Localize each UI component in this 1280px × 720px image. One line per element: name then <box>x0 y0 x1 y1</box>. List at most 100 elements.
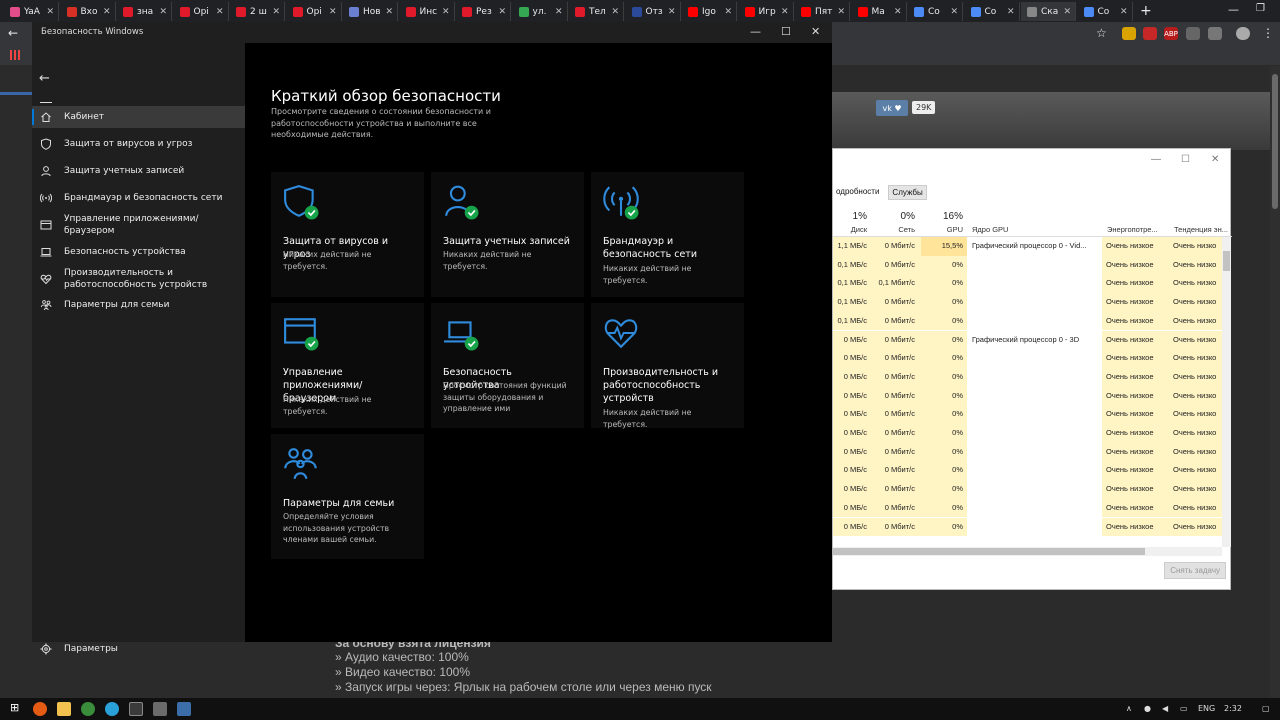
back-arrow-icon[interactable]: ← <box>39 71 50 86</box>
close-tab-icon[interactable]: ✕ <box>329 7 337 17</box>
table-row[interactable]: 0 МБ/с 0 Мбит/с 0% Очень низкое Очень низко <box>833 405 1222 424</box>
restore-browser-button[interactable]: ❐ <box>1256 3 1265 14</box>
extension-icon[interactable] <box>1208 27 1222 40</box>
close-tab-icon[interactable]: ✕ <box>159 7 167 17</box>
card-family[interactable]: Параметры для семьи Определяйте условия и… <box>271 434 424 559</box>
browser-tab[interactable]: Ма ✕ <box>852 2 907 21</box>
card-wifi-check[interactable]: Брандмауэр и безопасность сети Никаких де… <box>591 172 744 297</box>
sidebar-item-wifi[interactable]: Брандмауэр и безопасность сети <box>32 187 245 209</box>
card-app-window-check[interactable]: Управление приложениями/браузером Никаких… <box>271 303 424 428</box>
close-tab-icon[interactable]: ✕ <box>894 7 902 17</box>
column-header-power[interactable]: Энергопотре... <box>1107 225 1158 234</box>
browser-tab[interactable]: Вхо ✕ <box>61 2 116 21</box>
maximize-icon[interactable]: ☐ <box>781 25 791 38</box>
close-tab-icon[interactable]: ✕ <box>837 7 845 17</box>
close-tab-icon[interactable]: ✕ <box>781 7 789 17</box>
card-person-check[interactable]: Защита учетных записей Никаких действий н… <box>431 172 584 297</box>
close-tab-icon[interactable]: ✕ <box>1063 7 1071 17</box>
close-tab-icon[interactable]: ✕ <box>950 7 958 17</box>
browser-tab[interactable]: Тел ✕ <box>569 2 624 21</box>
close-tab-icon[interactable]: ✕ <box>216 7 224 17</box>
browser-tab[interactable]: Отз ✕ <box>626 2 681 21</box>
vk-share-button[interactable]: vk ♥ <box>876 100 908 116</box>
tray-chevron-icon[interactable]: ∧ <box>1126 704 1132 713</box>
browser-tab[interactable]: Орі ✕ <box>287 2 342 21</box>
language-indicator[interactable]: ENG <box>1198 704 1215 713</box>
close-tab-icon[interactable]: ✕ <box>1007 7 1015 17</box>
close-icon[interactable]: ✕ <box>811 25 820 38</box>
table-row[interactable]: 0,1 МБ/с 0,1 Мбит/с 0% Очень низкое Очень ни… <box>833 274 1222 294</box>
table-row[interactable]: 0 МБ/с 0 Мбит/с 0% Очень низкое Очень низко <box>833 424 1222 443</box>
browser-tab[interactable]: Инс ✕ <box>400 2 455 21</box>
table-vertical-scrollbar[interactable] <box>1222 237 1231 547</box>
table-horizontal-scrollbar[interactable] <box>833 547 1222 556</box>
network-icon[interactable]: ▭ <box>1180 704 1188 713</box>
table-row[interactable]: 0 МБ/с 0 Мбит/с 0% Очень низкое Очень низко <box>833 442 1222 462</box>
column-header-power-trend[interactable]: Тенденция эн... <box>1174 225 1228 234</box>
task-manager-icon[interactable] <box>177 702 191 716</box>
sidebar-item-settings[interactable]: Параметры <box>32 639 245 659</box>
table-row[interactable]: 0,1 МБ/с 0 Мбит/с 0% Очень низкое Очень низк… <box>833 293 1222 312</box>
close-tab-icon[interactable]: ✕ <box>46 7 54 17</box>
telegram-icon[interactable] <box>105 702 119 716</box>
security-app-icon[interactable] <box>129 702 143 716</box>
close-tab-icon[interactable]: ✕ <box>272 7 280 17</box>
end-task-button[interactable]: Снять задачу <box>1164 562 1226 579</box>
avatar[interactable] <box>1236 27 1250 40</box>
close-tab-icon[interactable]: ✕ <box>668 7 676 17</box>
start-icon[interactable]: ⊞ <box>10 701 24 715</box>
card-shield-check[interactable]: Защита от вирусов и угроз Никаких действи… <box>271 172 424 297</box>
app-icon[interactable] <box>153 702 167 716</box>
notifications-icon[interactable]: ▢ <box>1262 704 1270 713</box>
close-icon[interactable]: ✕ <box>1211 154 1219 165</box>
close-tab-icon[interactable]: ✕ <box>442 7 450 17</box>
browser-tab[interactable]: Со ✕ <box>908 2 963 21</box>
close-tab-icon[interactable]: ✕ <box>1120 7 1128 17</box>
clock[interactable]: 2:32 <box>1224 704 1242 713</box>
adblock-icon[interactable]: ABP <box>1164 27 1178 40</box>
maximize-icon[interactable]: ☐ <box>1181 154 1190 165</box>
browser-tab[interactable]: 2 ш ✕ <box>230 2 285 21</box>
column-header-gpu-engine[interactable]: Ядро GPU <box>972 225 1008 234</box>
chrome-icon[interactable] <box>81 702 95 716</box>
card-heart-pulse[interactable]: Производительность и работоспособность у… <box>591 303 744 429</box>
sidebar-item-shield[interactable]: Защита от вирусов и угроз <box>32 133 245 155</box>
minimize-icon[interactable]: — <box>1151 154 1161 165</box>
browser-tab[interactable]: Со ✕ <box>1078 2 1133 21</box>
minimize-icon[interactable]: — <box>750 25 761 38</box>
browser-tab[interactable]: Игр ✕ <box>739 2 794 21</box>
column-header-network[interactable]: Сеть <box>873 225 915 234</box>
column-header-disk[interactable]: Диск <box>837 225 867 234</box>
browser-tab[interactable]: Пят ✕ <box>795 2 850 21</box>
minimize-browser-button[interactable]: — <box>1228 3 1239 16</box>
browser-tab[interactable]: зна ✕ <box>117 2 172 21</box>
table-row[interactable]: 0 МБ/с 0 Мбит/с 0% Очень низкое Очень низко <box>833 386 1222 406</box>
browser-tab[interactable]: Со ✕ <box>965 2 1020 21</box>
browser-tab[interactable]: ул. ✕ <box>513 2 568 21</box>
close-tab-icon[interactable]: ✕ <box>555 7 563 17</box>
extension-icon[interactable] <box>1143 27 1157 40</box>
table-row[interactable]: 0 МБ/с 0 Мбит/с 0% Графический процессор 0 … <box>833 330 1222 350</box>
tab-details[interactable]: одробности <box>833 185 882 200</box>
menu-dots-icon[interactable]: ⋮ <box>1262 26 1274 40</box>
browser-tab[interactable]: Igo ✕ <box>682 2 737 21</box>
apps-icon[interactable] <box>10 50 20 60</box>
table-row[interactable]: 0,1 МБ/с 0 Мбит/с 0% Очень низкое Очень низк… <box>833 311 1222 331</box>
folder-icon[interactable] <box>57 702 71 716</box>
tab-services[interactable]: Службы <box>888 185 927 200</box>
sidebar-item-family[interactable]: Параметры для семьи <box>32 294 245 316</box>
table-row[interactable]: 0 МБ/с 0 Мбит/с 0% Очень низкое Очень низко <box>833 480 1222 499</box>
tray-icon[interactable]: ● <box>1144 704 1151 713</box>
close-tab-icon[interactable]: ✕ <box>385 7 393 17</box>
table-row[interactable]: 1,1 МБ/с 0 Мбит/с 15,5% Графический процесс… <box>833 237 1222 256</box>
browser-tab[interactable]: Ска ✕ <box>1021 2 1076 21</box>
sidebar-item-person[interactable]: Защита учетных записей <box>32 160 245 182</box>
close-tab-icon[interactable]: ✕ <box>724 7 732 17</box>
browser-tab[interactable]: Нов ✕ <box>343 2 398 21</box>
table-row[interactable]: 0 МБ/с 0 Мбит/с 0% Очень низкое Очень низко <box>833 349 1222 368</box>
card-laptop-check[interactable]: Безопасность устройства Просмотр состояни… <box>431 303 584 428</box>
close-tab-icon[interactable]: ✕ <box>103 7 111 17</box>
sidebar-item-heart[interactable]: Производительность и работоспособность у… <box>32 266 245 292</box>
browser-tab[interactable]: Рез ✕ <box>456 2 511 21</box>
sidebar-item-app-window[interactable]: Управление приложениями/браузером <box>32 214 245 236</box>
